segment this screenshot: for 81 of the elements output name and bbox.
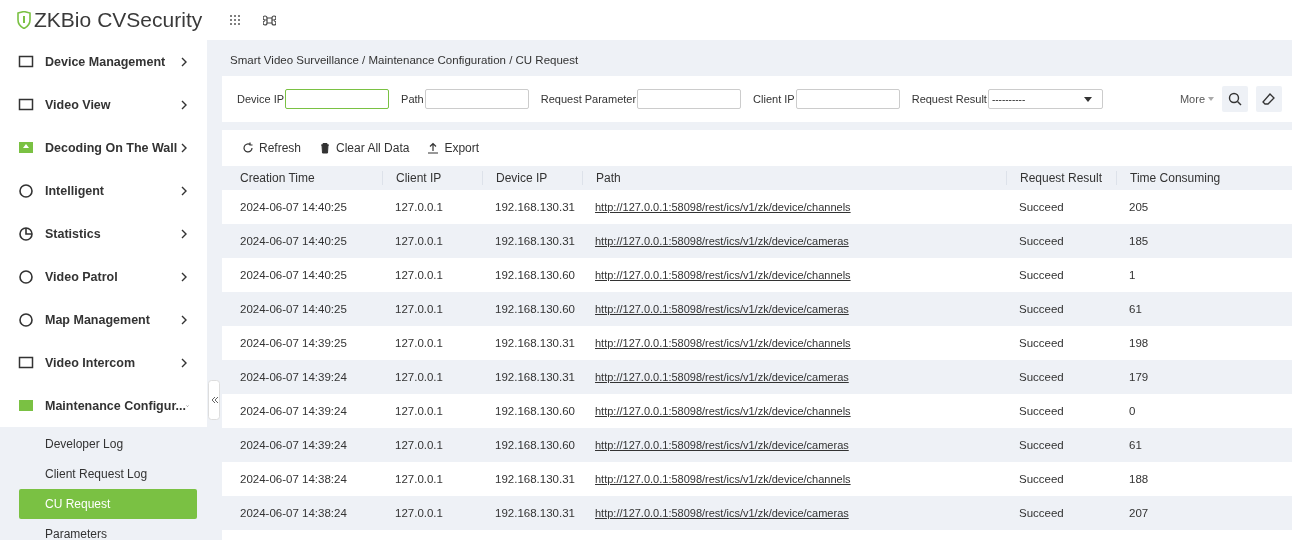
table-cell-text: 2024-06-07 14:39:24 bbox=[239, 371, 348, 383]
table-cell-text: 127.0.0.1 bbox=[394, 337, 444, 349]
path-link[interactable]: http://127.0.0.1:58098/rest/ics/v1/zk/device/channels bbox=[595, 269, 851, 281]
table-cell-text: 2024-06-07 14:40:25 bbox=[239, 303, 348, 315]
table-cell-text: 127.0.0.1 bbox=[394, 439, 444, 451]
column-header[interactable]: Time Consuming bbox=[1116, 171, 1292, 185]
column-header[interactable]: Path bbox=[582, 171, 1006, 185]
table-cell-text: 192.168.130.31 bbox=[494, 201, 576, 213]
clear-data-button[interactable]: Clear All Data bbox=[319, 140, 410, 156]
table-cell-text: 188 bbox=[1128, 473, 1150, 485]
column-header[interactable]: Creation Time bbox=[227, 171, 382, 185]
table-cell-text: 61 bbox=[1128, 303, 1143, 315]
table-cell-text: 2024-06-07 14:39:24 bbox=[239, 405, 348, 417]
table-cell-text: 127.0.0.1 bbox=[394, 507, 444, 519]
column-header[interactable]: Request Result bbox=[1006, 171, 1116, 185]
more-button[interactable]: More bbox=[1179, 93, 1214, 105]
breadcrumb: Smart Video Surveillance / Maintenance Configuration / CU Request bbox=[229, 53, 580, 68]
table-cell-text: 192.168.130.60 bbox=[494, 439, 576, 451]
column-header[interactable]: Device IP bbox=[482, 171, 582, 185]
table-cell-text: 198 bbox=[1128, 337, 1150, 349]
table-cell-text: Succeed bbox=[1018, 371, 1065, 383]
table-cell-text: 2024-06-07 14:40:25 bbox=[239, 201, 348, 213]
table-cell-text: 2024-06-07 14:39:25 bbox=[239, 337, 348, 349]
table-cell-text: 179 bbox=[1128, 371, 1150, 383]
table-cell-text: Succeed bbox=[1018, 201, 1065, 213]
table-cell-text: 2024-06-07 14:38:24 bbox=[239, 473, 348, 485]
logo: ZKBio CVSecurity bbox=[17, 8, 207, 32]
table-cell-text: Succeed bbox=[1018, 507, 1065, 519]
refresh-button[interactable]: Refresh bbox=[242, 140, 302, 156]
table-cell-text: Succeed bbox=[1018, 235, 1065, 247]
table-cell-text: 205 bbox=[1128, 201, 1150, 213]
select-field[interactable]: ---------- bbox=[987, 89, 1103, 109]
table-cell-text: Succeed bbox=[1018, 269, 1065, 281]
table-cell-text: 127.0.0.1 bbox=[394, 405, 444, 417]
table-cell-text: 192.168.130.31 bbox=[494, 371, 576, 383]
submenu-item[interactable]: Developer Log bbox=[19, 429, 197, 459]
table-cell-text: Succeed bbox=[1018, 473, 1065, 485]
table-cell-text: 0 bbox=[1128, 405, 1137, 417]
path-link[interactable]: http://127.0.0.1:58098/rest/ics/v1/zk/device/channels bbox=[595, 337, 851, 349]
table-cell-text: 127.0.0.1 bbox=[394, 201, 444, 213]
table-cell-text: 2024-06-07 14:38:24 bbox=[239, 507, 348, 519]
field-label: Path bbox=[401, 93, 424, 105]
path-link[interactable]: http://127.0.0.1:58098/rest/ics/v1/zk/device/cameras bbox=[595, 371, 849, 383]
table-cell-text: Succeed bbox=[1018, 439, 1065, 451]
table-cell-text: 127.0.0.1 bbox=[394, 371, 444, 383]
field-label: Device IP bbox=[237, 93, 285, 105]
table-cell-text: 2024-06-07 14:40:25 bbox=[239, 269, 348, 281]
table-cell-text: 207 bbox=[1128, 507, 1150, 519]
submenu-item[interactable]: Client Request Log bbox=[19, 459, 197, 489]
table-cell-text: 185 bbox=[1128, 235, 1150, 247]
field-label: Request Parameter bbox=[540, 93, 637, 105]
table-cell-text: 192.168.130.31 bbox=[494, 337, 576, 349]
export-button[interactable]: Export bbox=[427, 140, 480, 156]
table-cell-text: 192.168.130.31 bbox=[494, 235, 576, 247]
table-cell-text: 127.0.0.1 bbox=[394, 473, 444, 485]
table-cell-text: 127.0.0.1 bbox=[394, 269, 444, 281]
field-label: Request Result bbox=[911, 93, 987, 105]
path-link[interactable]: http://127.0.0.1:58098/rest/ics/v1/zk/device/channels bbox=[595, 473, 851, 485]
table-cell-text: 192.168.130.60 bbox=[494, 405, 576, 417]
table-cell-text: 127.0.0.1 bbox=[394, 303, 444, 315]
table-cell-text: 2024-06-07 14:40:25 bbox=[239, 235, 348, 247]
table-cell-text: 192.168.130.60 bbox=[494, 303, 576, 315]
column-header[interactable]: Client IP bbox=[382, 171, 482, 185]
path-link[interactable]: http://127.0.0.1:58098/rest/ics/v1/zk/device/channels bbox=[595, 201, 851, 213]
table-cell-text: 192.168.130.31 bbox=[494, 507, 576, 519]
table-cell-text: 192.168.130.60 bbox=[494, 269, 576, 281]
table-cell-text: 192.168.130.31 bbox=[494, 473, 576, 485]
table-cell-text: 61 bbox=[1128, 439, 1143, 451]
submenu-item[interactable]: Parameters bbox=[19, 519, 197, 540]
path-link[interactable]: http://127.0.0.1:58098/rest/ics/v1/zk/device/cameras bbox=[595, 303, 849, 315]
path-link[interactable]: http://127.0.0.1:58098/rest/ics/v1/zk/device/cameras bbox=[595, 235, 849, 247]
path-link[interactable]: http://127.0.0.1:58098/rest/ics/v1/zk/device/channels bbox=[595, 405, 851, 417]
path-link[interactable]: http://127.0.0.1:58098/rest/ics/v1/zk/device/cameras bbox=[595, 439, 849, 451]
table-cell-text: 1 bbox=[1128, 269, 1137, 281]
path-link[interactable]: http://127.0.0.1:58098/rest/ics/v1/zk/device/cameras bbox=[595, 507, 849, 519]
table-cell-text: Succeed bbox=[1018, 303, 1065, 315]
table-cell-text: Succeed bbox=[1018, 405, 1065, 417]
field-label: Client IP bbox=[753, 93, 795, 105]
table-cell-text: 127.0.0.1 bbox=[394, 235, 444, 247]
table-cell-text: Succeed bbox=[1018, 337, 1065, 349]
table-cell-text: 2024-06-07 14:39:24 bbox=[239, 439, 348, 451]
